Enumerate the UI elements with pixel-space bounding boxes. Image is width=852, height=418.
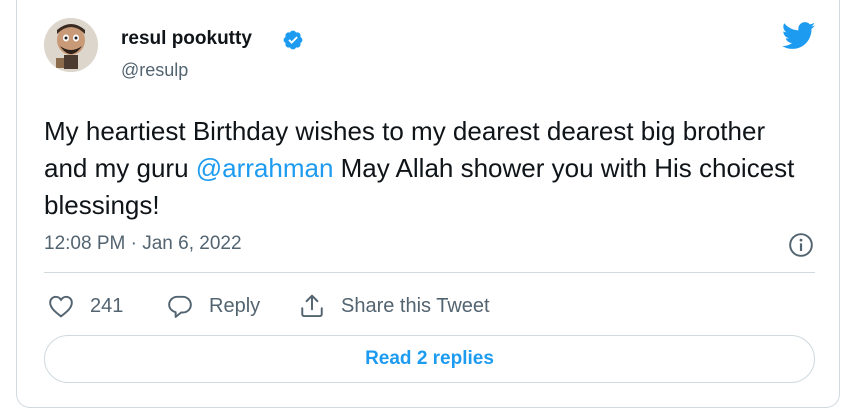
mention-link[interactable]: @arrahman <box>196 153 334 183</box>
like-button[interactable]: 241 <box>48 292 123 320</box>
avatar[interactable] <box>44 18 98 72</box>
reply-bubble-icon <box>168 295 192 318</box>
verified-badge-icon <box>283 30 303 50</box>
share-button[interactable]: Share this Tweet <box>299 292 490 320</box>
twitter-bird-icon[interactable] <box>782 22 816 50</box>
divider <box>44 272 815 273</box>
tweet-timestamp[interactable]: 12:08 PM · Jan 6, 2022 <box>44 233 242 255</box>
like-count: 241 <box>90 294 124 317</box>
author-handle[interactable]: @resulp <box>121 60 188 81</box>
tweet-text: My heartiest Birthday wishes to my deare… <box>44 113 804 224</box>
tweet-card: resul pookutty @resulp My heartiest Birt… <box>16 0 840 408</box>
share-label: Share this Tweet <box>341 294 490 317</box>
heart-icon <box>49 295 73 318</box>
author-name[interactable]: resul pookutty <box>121 28 252 50</box>
share-icon <box>301 294 323 318</box>
info-icon[interactable] <box>788 232 814 258</box>
read-replies-button[interactable]: Read 2 replies <box>44 335 815 383</box>
reply-button[interactable]: Reply <box>167 292 260 320</box>
reply-label: Reply <box>209 294 261 317</box>
